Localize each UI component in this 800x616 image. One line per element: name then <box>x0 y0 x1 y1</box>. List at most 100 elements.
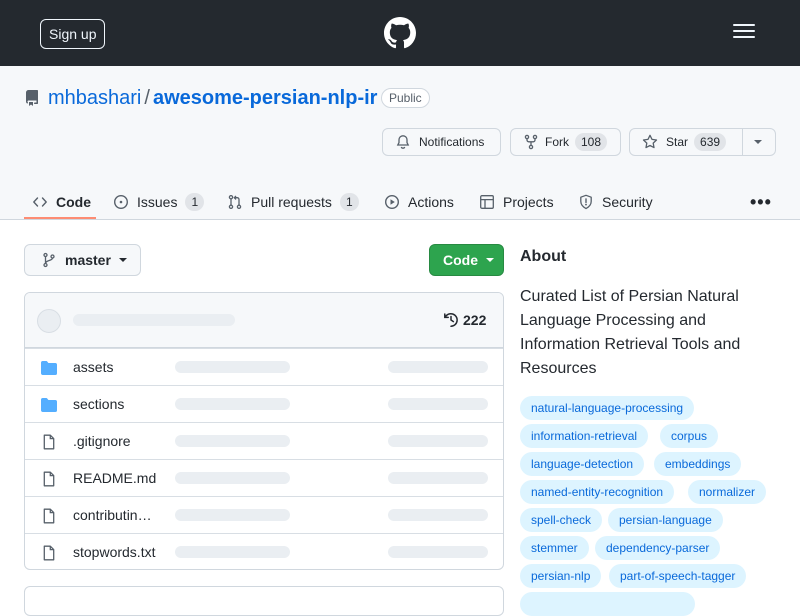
file-row[interactable]: contributin… <box>25 496 503 533</box>
topic-tag[interactable]: named-entity-recognition <box>520 480 675 504</box>
topic-tag[interactable]: stemmer <box>520 536 589 560</box>
topic-tag-partial <box>520 592 695 616</box>
topic-tag[interactable]: embeddings <box>654 452 742 476</box>
file-name[interactable]: README.md <box>73 470 156 486</box>
history-icon <box>444 313 458 328</box>
chevron-down-icon <box>486 258 494 262</box>
fork-count: 108 <box>575 133 608 151</box>
tab-actions[interactable]: Actions <box>384 184 454 220</box>
commit-message-placeholder <box>175 361 290 373</box>
play-icon <box>384 194 400 210</box>
file-row[interactable]: assets <box>25 348 503 385</box>
topic-tag[interactable]: persian-nlp <box>520 564 602 588</box>
file-row[interactable]: stopwords.txt <box>25 533 503 569</box>
visibility-badge: Public <box>381 88 430 108</box>
about-description: Curated List of Persian Natural Language… <box>520 288 741 377</box>
commit-message-placeholder <box>175 509 290 521</box>
bell-icon <box>396 135 410 149</box>
commit-count: 222 <box>463 312 487 328</box>
repo-title-separator: / <box>144 87 150 109</box>
file-row[interactable]: README.md <box>25 459 503 496</box>
star-icon <box>642 134 658 149</box>
about-heading: About <box>520 248 567 265</box>
pull-requests-count: 1 <box>339 193 359 211</box>
tab-code[interactable]: Code <box>32 184 91 220</box>
table-icon <box>480 195 494 209</box>
tab-pull-requests-label: Pull requests <box>251 194 332 210</box>
topic-tag[interactable]: language-detection <box>520 452 645 476</box>
file-row[interactable]: sections <box>25 385 503 422</box>
file-browser: 222 assets sections .gitignore README.md… <box>24 292 504 570</box>
code-button-label: Code <box>443 252 478 268</box>
topic-tag[interactable]: part-of-speech-tagger <box>609 564 747 588</box>
tab-pull-requests[interactable]: Pull requests 1 <box>227 184 359 220</box>
branch-select-button[interactable]: master <box>24 244 141 276</box>
fork-button[interactable]: Fork 108 <box>510 128 621 156</box>
topic-tag[interactable]: information-retrieval <box>520 424 649 448</box>
notifications-button[interactable]: Notifications <box>382 128 501 156</box>
commit-date-placeholder <box>388 361 488 373</box>
commit-date-placeholder <box>388 435 488 447</box>
commit-history-link[interactable]: 222 <box>443 312 486 328</box>
commit-message-placeholder <box>175 435 290 447</box>
tab-projects[interactable]: Projects <box>479 184 554 220</box>
folder-icon <box>41 361 57 375</box>
topic-tag[interactable]: normalizer <box>688 480 767 504</box>
sign-up-button[interactable]: Sign up <box>40 19 106 49</box>
commit-message-placeholder <box>175 398 290 410</box>
issue-icon <box>113 194 129 210</box>
file-name[interactable]: .gitignore <box>73 433 131 449</box>
tab-issues-label: Issues <box>137 194 178 210</box>
pull-request-icon <box>228 194 242 210</box>
file-name[interactable]: contributin… <box>73 507 152 523</box>
tab-actions-label: Actions <box>408 194 454 210</box>
code-download-button[interactable]: Code <box>429 244 504 276</box>
latest-commit-bar: 222 <box>25 293 503 348</box>
issues-count: 1 <box>185 193 205 211</box>
star-divider <box>742 128 743 156</box>
topic-tag[interactable]: corpus <box>660 424 719 448</box>
topic-tag[interactable]: dependency-parser <box>595 536 721 560</box>
file-name[interactable]: sections <box>73 396 124 412</box>
commit-date-placeholder <box>388 509 488 521</box>
shield-icon <box>580 194 592 210</box>
file-icon <box>43 508 55 524</box>
commit-date-placeholder <box>388 546 488 558</box>
file-name[interactable]: assets <box>73 359 113 375</box>
avatar <box>37 309 61 333</box>
tab-projects-label: Projects <box>503 194 554 210</box>
more-tabs-kebab-icon[interactable]: ••• <box>750 192 772 212</box>
file-row[interactable]: .gitignore <box>25 422 503 459</box>
repo-name-link[interactable]: awesome-persian-nlp-ir <box>153 87 378 109</box>
repo-owner-link[interactable]: mhbashari <box>48 87 141 109</box>
fork-label: Fork <box>545 135 569 149</box>
github-logo-icon[interactable] <box>384 17 416 49</box>
chevron-down-icon <box>118 258 127 262</box>
hamburger-menu-icon[interactable] <box>733 24 755 40</box>
commit-date-placeholder <box>388 472 488 484</box>
site-header: Sign up <box>0 0 800 66</box>
star-dropdown-caret-icon[interactable] <box>754 140 762 144</box>
tab-code-label: Code <box>56 194 91 210</box>
file-name[interactable]: stopwords.txt <box>73 544 155 560</box>
notifications-label: Notifications <box>419 135 485 149</box>
file-icon <box>43 434 55 450</box>
topic-tag[interactable]: persian-language <box>608 508 723 532</box>
file-icon <box>43 545 55 561</box>
repo-icon <box>25 90 38 106</box>
commit-message-placeholder <box>73 314 235 326</box>
commit-date-placeholder <box>388 398 488 410</box>
tab-security[interactable]: Security <box>578 184 653 220</box>
topic-tag[interactable]: natural-language-processing <box>520 396 695 420</box>
commit-message-placeholder <box>175 472 290 484</box>
repo-title: mhbashari / awesome-persian-nlp-ir <box>48 86 377 110</box>
readme-panel <box>24 586 504 616</box>
repo-header: mhbashari / awesome-persian-nlp-ir Public … <box>0 66 800 220</box>
folder-icon <box>41 398 57 412</box>
star-count: 639 <box>694 133 727 151</box>
tab-issues[interactable]: Issues 1 <box>113 184 205 220</box>
commit-message-placeholder <box>175 546 290 558</box>
topic-tag[interactable]: spell-check <box>520 508 603 532</box>
code-icon <box>33 197 47 207</box>
branch-name: master <box>65 252 111 268</box>
